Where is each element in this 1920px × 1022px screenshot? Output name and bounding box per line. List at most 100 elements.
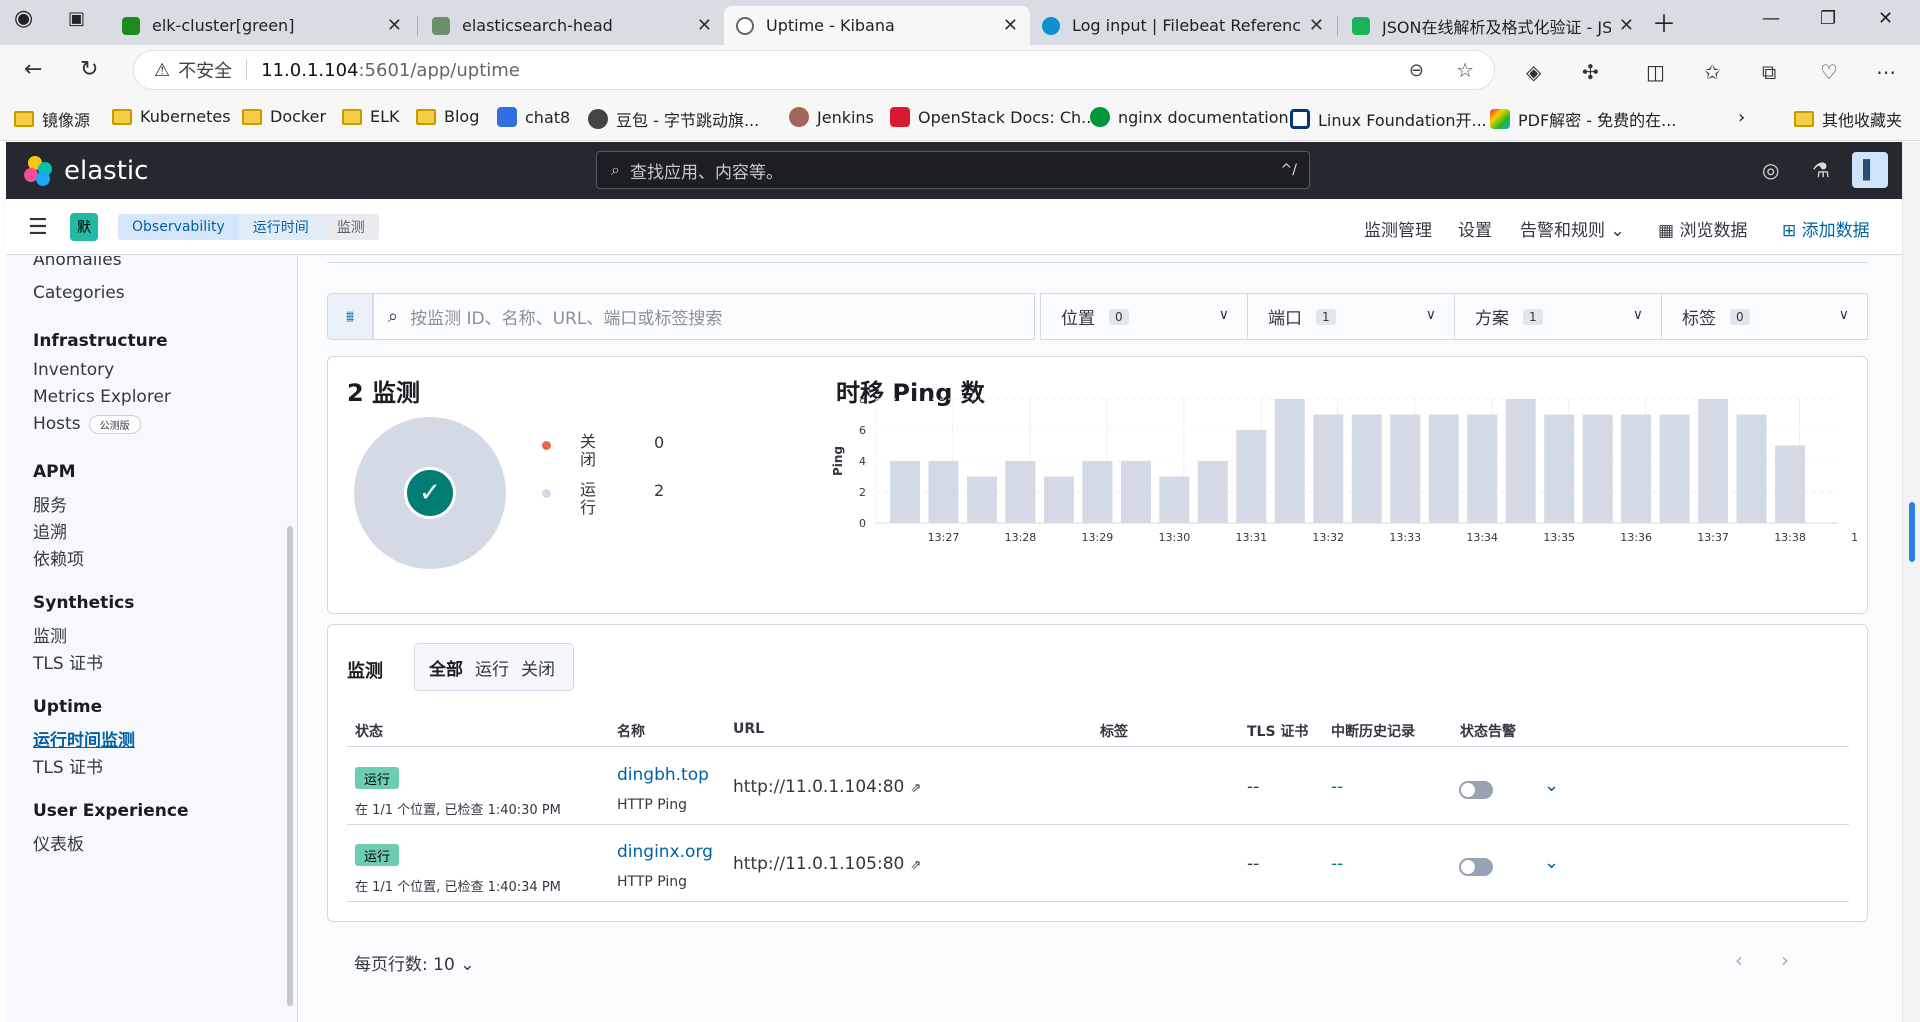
zoom-icon[interactable]: ⊖ [1409, 60, 1424, 81]
bookmark-folder[interactable]: Docker [242, 107, 326, 126]
alerts-rules-menu[interactable]: 告警和规则 ⌄ [1520, 216, 1625, 241]
space-avatar[interactable]: 默 [70, 213, 98, 241]
nav-synthetics-monitors[interactable]: 监测 [33, 622, 67, 647]
browser-tab-4[interactable]: Log input | Filebeat Reference [8 ✕ [1030, 6, 1336, 45]
close-window-icon[interactable]: ✕ [1878, 8, 1893, 29]
filter-all-button[interactable]: 全部 [423, 655, 469, 680]
expand-row-icon[interactable]: ⌄ [1544, 775, 1559, 796]
bookmark-folder[interactable]: 其他收藏夹 [1794, 107, 1902, 131]
monitor-management-link[interactable]: 监测管理 [1364, 216, 1432, 241]
browser-tab-5[interactable]: JSON在线解析及格式化验证 - JS ✕ [1340, 6, 1646, 45]
nav-ux-dashboard[interactable]: 仪表板 [33, 830, 84, 855]
global-search-input[interactable]: ⌕ 查找应用、内容等。 ^/ [596, 151, 1310, 189]
insecure-label[interactable]: 不安全 [178, 57, 232, 83]
user-avatar[interactable]: ▌ [1852, 152, 1888, 188]
bookmark-link[interactable]: chat8 [497, 107, 570, 127]
nav-apm-services[interactable]: 服务 [33, 491, 67, 516]
filter-location[interactable]: 位置 0 ∨ [1040, 293, 1248, 340]
bookmark-folder[interactable]: ELK [342, 107, 400, 126]
status-alert-toggle[interactable] [1459, 858, 1493, 876]
nav-hosts[interactable]: Hosts 公测版 [33, 414, 141, 434]
close-tab-icon[interactable]: ✕ [1309, 15, 1324, 36]
close-tab-icon[interactable]: ✕ [697, 15, 712, 36]
warning-icon[interactable]: ⚠ [154, 60, 170, 81]
bookmark-link[interactable]: OpenStack Docs: Ch... [890, 107, 1096, 127]
close-tab-icon[interactable]: ✕ [1003, 15, 1018, 36]
rows-per-page-select[interactable]: 每页行数: 10 ⌄ [354, 950, 474, 975]
new-tab-icon[interactable]: ＋ [1652, 4, 1676, 39]
folder-icon [112, 108, 132, 125]
sidenav-scrollbar[interactable] [287, 526, 293, 1006]
monitor-url-link[interactable]: http://11.0.1.104:80 ⇗ [733, 777, 921, 797]
filter-up-button[interactable]: 运行 [469, 655, 515, 680]
elastic-logo[interactable]: elastic [24, 156, 148, 186]
more-bookmarks-icon[interactable]: › [1738, 107, 1745, 128]
nav-uptime-monitors[interactable]: 运行时间监测 [33, 726, 135, 751]
page-scrollbar[interactable] [1902, 142, 1920, 1022]
nav-apm-dependencies[interactable]: 依赖项 [33, 545, 84, 570]
puzzle-extensions-icon[interactable]: ✣ [1582, 60, 1599, 84]
bookmark-link[interactable]: Jenkins [789, 107, 874, 127]
nav-inventory[interactable]: Inventory [33, 360, 114, 380]
browser-tab-active[interactable]: Uptime - Kibana ✕ [724, 6, 1030, 45]
breadcrumb-observability[interactable]: Observability [118, 214, 239, 240]
collections-icon[interactable]: ⧉ [1762, 60, 1776, 84]
filter-down-button[interactable]: 关闭 [515, 655, 561, 680]
nav-apm-traces[interactable]: 追溯 [33, 518, 67, 543]
filter-port[interactable]: 端口 1 ∨ [1247, 293, 1455, 340]
news-feed-icon[interactable]: ⚗ [1812, 158, 1830, 182]
favorites-icon[interactable]: ✩ [1704, 60, 1721, 84]
monitor-name-link[interactable]: dingbh.top [617, 765, 709, 785]
filter-toggle-button[interactable]: ⩩ [327, 293, 373, 340]
restore-icon[interactable]: ❐ [1820, 8, 1836, 29]
reload-icon[interactable]: ↻ [80, 57, 98, 82]
address-bar[interactable]: ⚠ 不安全 11.0.1.104:5601/app/uptime ⊖ ☆ [133, 50, 1495, 90]
monitor-search-input[interactable]: ⌕ 按监测 ID、名称、URL、端口或标签搜索 [373, 293, 1035, 340]
performance-icon[interactable]: ♡ [1820, 60, 1838, 84]
breadcrumb-uptime[interactable]: 运行时间 [238, 214, 323, 240]
split-screen-icon[interactable]: ◫ [1646, 60, 1665, 84]
menu-icon[interactable]: ☰ [28, 215, 48, 240]
monitor-name-link[interactable]: dinginx.org [617, 842, 713, 862]
nav-categories[interactable]: Categories [33, 283, 125, 303]
browser-tab-2[interactable]: elasticsearch-head ✕ [420, 6, 724, 45]
bookmark-link[interactable]: 豆包 - 字节跳动旗... [588, 107, 759, 131]
close-tab-icon[interactable]: ✕ [1619, 15, 1634, 36]
nav-anomalies[interactable]: Anomalies [33, 256, 122, 270]
next-page-icon[interactable]: › [1781, 948, 1789, 972]
close-tab-icon[interactable]: ✕ [387, 15, 402, 36]
browser-tab-1[interactable]: elk-cluster[green] ✕ [110, 6, 414, 45]
tab-actions-icon[interactable]: ▣ [68, 8, 85, 29]
back-icon[interactable]: ← [24, 57, 42, 82]
column-name[interactable]: 名称 [617, 721, 645, 741]
bookmark-link[interactable]: Linux Foundation开... [1290, 107, 1487, 131]
minimize-icon[interactable]: — [1762, 8, 1780, 29]
monitor-url-link[interactable]: http://11.0.1.105:80 ⇗ [733, 854, 921, 874]
filter-scheme[interactable]: 方案 1 ∨ [1454, 293, 1662, 340]
favorite-star-icon[interactable]: ☆ [1456, 58, 1474, 82]
extension-icon[interactable]: ◈ [1526, 60, 1541, 84]
history-value: -- [1331, 777, 1344, 797]
help-icon[interactable]: ◎ [1762, 158, 1779, 182]
bookmark-folder[interactable]: Kubernetes [112, 107, 231, 126]
nav-synthetics-tls[interactable]: TLS 证书 [33, 649, 103, 674]
bookmark-folder[interactable]: 镜像源 [14, 107, 90, 131]
expand-row-icon[interactable]: ⌄ [1544, 852, 1559, 873]
column-status[interactable]: 状态 [355, 721, 383, 741]
status-alert-toggle[interactable] [1459, 781, 1493, 799]
add-data-link[interactable]: ⊞ 添加数据 [1782, 216, 1870, 241]
chevron-down-icon: ∨ [1632, 307, 1643, 323]
profile-avatar-icon[interactable]: ◉ [14, 6, 33, 31]
more-menu-icon[interactable]: ⋯ [1876, 60, 1896, 84]
previous-page-icon[interactable]: ‹ [1735, 948, 1743, 972]
column-tls: TLS 证书 [1247, 724, 1309, 740]
explore-data-link[interactable]: ▦ 浏览数据 [1658, 216, 1747, 241]
bookmark-link[interactable]: nginx documentation [1090, 107, 1289, 127]
settings-link[interactable]: 设置 [1458, 216, 1492, 241]
bookmark-link[interactable]: PDF解密 - 免费的在... [1490, 107, 1676, 131]
bookmark-folder[interactable]: Blog [416, 107, 479, 126]
nav-metrics-explorer[interactable]: Metrics Explorer [33, 387, 171, 407]
nav-uptime-tls[interactable]: TLS 证书 [33, 753, 103, 778]
ping-bar [1005, 461, 1036, 523]
filter-tags[interactable]: 标签 0 ∨ [1661, 293, 1868, 340]
